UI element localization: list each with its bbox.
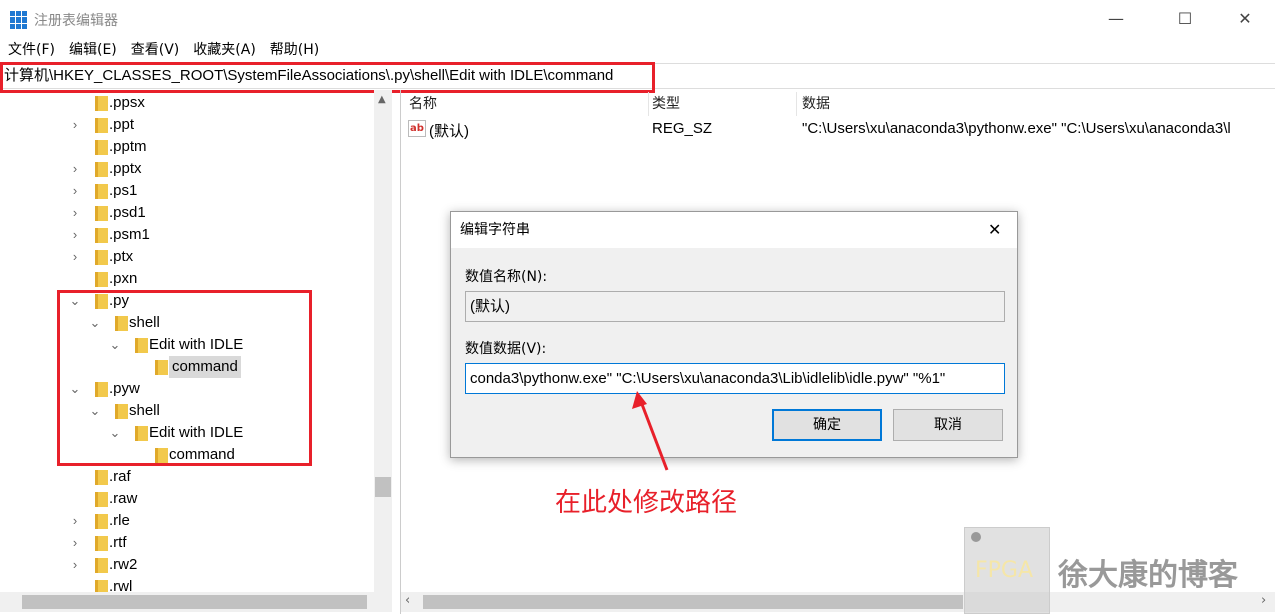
column-data[interactable]: 数据 — [802, 93, 830, 113]
tree-vertical-scrollbar[interactable]: ▲ — [374, 90, 392, 592]
value-data: "C:\Users\xu\anaconda3\pythonw.exe" "C:\… — [802, 120, 1231, 137]
folder-icon — [95, 492, 108, 507]
menu-edit[interactable]: 编辑(E) — [69, 38, 117, 62]
maximize-button[interactable]: ☐ — [1162, 6, 1208, 32]
tree-item[interactable]: › .ptx — [0, 246, 374, 268]
folder-icon — [95, 250, 108, 265]
tree-item[interactable]: .raf — [0, 466, 374, 488]
edit-string-dialog: 编辑字符串 ✕ 数值名称(N): (默认) 数值数据(V): conda3\py… — [450, 211, 1018, 458]
tree-item[interactable]: › .ps1 — [0, 180, 374, 202]
tree-item[interactable]: .pxn — [0, 268, 374, 290]
tree-item[interactable]: › .rw2 — [0, 554, 374, 576]
values-hscroll-thumb[interactable] — [423, 595, 963, 609]
list-item[interactable]: ab (默认) REG_SZ "C:\Users\xu\anaconda3\py… — [400, 118, 1275, 140]
string-value-icon: ab — [408, 120, 426, 137]
cancel-button[interactable]: 取消 — [893, 409, 1003, 441]
chevron-right-icon[interactable]: › — [69, 158, 81, 180]
window-title: 注册表编辑器 — [34, 13, 118, 29]
folder-icon — [95, 536, 108, 551]
value-name: (默认) — [429, 123, 469, 140]
tree-item-label: .rle — [109, 512, 130, 529]
folder-icon — [95, 118, 108, 133]
tree-item-label: .psm1 — [109, 226, 150, 243]
tree-item[interactable]: › .psm1 — [0, 224, 374, 246]
tree-item[interactable]: .raw — [0, 488, 374, 510]
menu-favorites[interactable]: 收藏夹(A) — [193, 38, 256, 62]
tree-horizontal-scrollbar[interactable] — [0, 592, 392, 612]
chevron-right-icon[interactable]: › — [69, 532, 81, 554]
tree-item[interactable]: .pptm — [0, 136, 374, 158]
regedit-app-icon — [10, 11, 28, 29]
value-name-field: (默认) — [465, 291, 1005, 322]
menu-view[interactable]: 查看(V) — [131, 38, 180, 62]
folder-icon — [95, 162, 108, 177]
tree-item-label: .ps1 — [109, 182, 138, 199]
annotation-text: 在此处修改路径 — [555, 488, 738, 518]
chevron-right-icon[interactable]: › — [69, 246, 81, 268]
column-name[interactable]: 名称 — [409, 93, 437, 113]
minimize-button[interactable]: — — [1093, 6, 1139, 32]
tree-item-label: .ppsx — [109, 94, 145, 111]
chevron-right-icon[interactable]: › — [69, 114, 81, 136]
scroll-right-icon[interactable]: › — [1261, 593, 1266, 608]
tree-item[interactable]: › .psd1 — [0, 202, 374, 224]
tree-item-label: .ptx — [109, 248, 134, 265]
tree-item[interactable]: › .rle — [0, 510, 374, 532]
watermark-text: 徐大康的博客 — [1058, 558, 1238, 593]
tree-item-label: .pptx — [109, 160, 142, 177]
watermark-badge: FPGA — [964, 527, 1050, 614]
folder-icon — [95, 558, 108, 573]
folder-icon — [95, 140, 108, 155]
value-type: REG_SZ — [652, 120, 713, 137]
watermark-badge-text: FPGA — [975, 558, 1034, 583]
annotation-arrow — [632, 391, 669, 471]
menu-help[interactable]: 帮助(H) — [270, 38, 319, 62]
folder-icon — [95, 206, 108, 221]
folder-icon — [95, 470, 108, 485]
title-bar: 注册表编辑器 — ☐ ✕ — [0, 0, 1275, 38]
chevron-right-icon[interactable]: › — [69, 180, 81, 202]
value-name-label: 数值名称(N): — [465, 269, 548, 285]
ok-button[interactable]: 确定 — [772, 409, 882, 441]
values-horizontal-scrollbar[interactable]: ‹ › — [401, 592, 1275, 612]
tree-highlight-box — [57, 290, 312, 466]
tree-item-label: .rtf — [109, 534, 127, 551]
dialog-close-button[interactable]: ✕ — [988, 220, 1001, 239]
tree-item[interactable]: › .pptx — [0, 158, 374, 180]
chevron-right-icon[interactable]: › — [69, 554, 81, 576]
menu-bar: 文件(F) 编辑(E) 查看(V) 收藏夹(A) 帮助(H) — [0, 38, 319, 62]
tree-item-label: .raw — [109, 490, 138, 507]
tree-item-label: .pptm — [109, 138, 147, 155]
tree-item-label: .ppt — [109, 116, 135, 133]
menu-file[interactable]: 文件(F) — [8, 38, 55, 62]
folder-icon — [95, 184, 108, 199]
tree-item[interactable]: .ppsx — [0, 92, 374, 114]
column-type[interactable]: 类型 — [652, 93, 680, 113]
folder-icon — [95, 228, 108, 243]
tree-hscroll-thumb[interactable] — [22, 595, 367, 609]
folder-icon — [95, 96, 108, 111]
folder-icon — [95, 272, 108, 287]
scroll-left-icon[interactable]: ‹ — [405, 593, 410, 608]
tree-item-label: .pxn — [109, 270, 138, 287]
chevron-right-icon[interactable]: › — [69, 224, 81, 246]
value-data-label: 数值数据(V): — [465, 341, 547, 357]
folder-icon — [95, 514, 108, 529]
tree-scroll-thumb[interactable] — [375, 477, 391, 497]
tree-item[interactable]: › .rtf — [0, 532, 374, 554]
chevron-right-icon[interactable]: › — [69, 202, 81, 224]
scroll-up-icon[interactable]: ▲ — [378, 94, 386, 105]
close-button[interactable]: ✕ — [1222, 6, 1268, 32]
address-highlight-box — [0, 62, 655, 93]
value-data-input[interactable]: conda3\pythonw.exe" "C:\Users\xu\anacond… — [465, 363, 1005, 394]
tree-item-label: .psd1 — [109, 204, 146, 221]
tree-item-label: .rw2 — [109, 556, 138, 573]
tree-item-label: .raf — [109, 468, 131, 485]
tree-item[interactable]: › .ppt — [0, 114, 374, 136]
chevron-right-icon[interactable]: › — [69, 510, 81, 532]
dialog-title: 编辑字符串 — [451, 212, 1017, 248]
